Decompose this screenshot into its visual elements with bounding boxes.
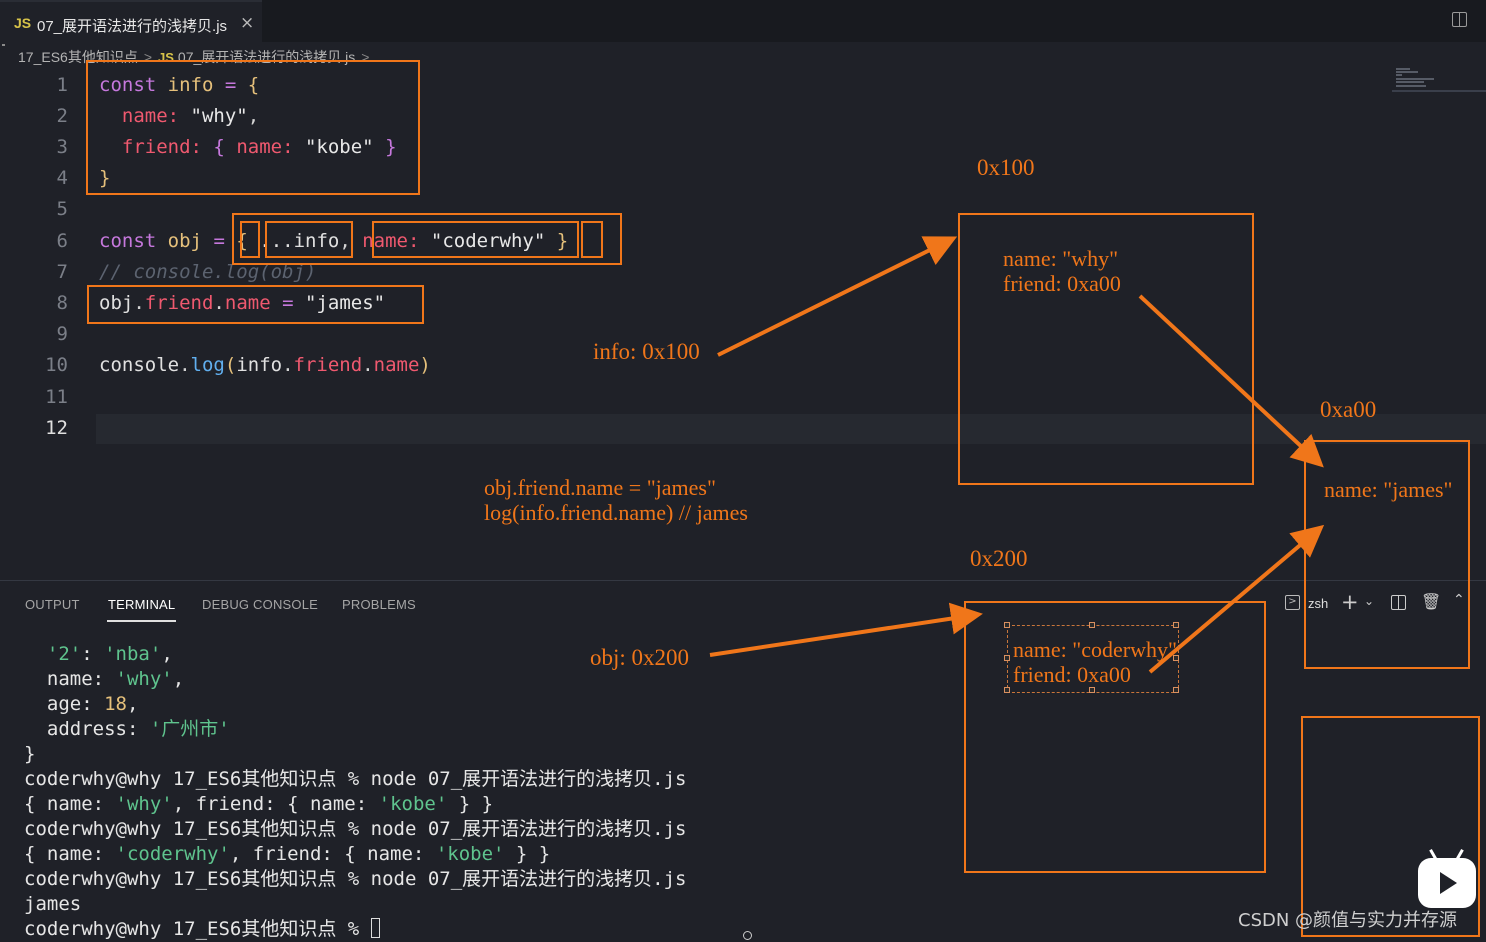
- resize-handle[interactable]: [1089, 687, 1095, 693]
- bilibili-logo-icon: [1418, 849, 1476, 908]
- resize-handle[interactable]: [1004, 687, 1010, 693]
- note-text: log(info.friend.name) // james: [484, 500, 748, 525]
- resize-handle[interactable]: [1004, 655, 1010, 661]
- selection-box[interactable]: [1004, 622, 1179, 693]
- resize-handle[interactable]: [1173, 655, 1179, 661]
- memory-text: name: "why": [1003, 246, 1119, 271]
- pointer-arrows: [709, 236, 1325, 674]
- resize-handle[interactable]: [1004, 622, 1010, 628]
- resize-handle[interactable]: [1173, 687, 1179, 693]
- resize-handle[interactable]: [1089, 622, 1095, 628]
- watermark-text: CSDN @颜值与实力并存源: [1238, 910, 1458, 931]
- reference-label: info: 0x100: [593, 339, 700, 364]
- scroll-indicator: [743, 931, 752, 940]
- address-label: 0xa00: [1320, 397, 1377, 422]
- memory-text: friend: 0xa00: [1003, 271, 1121, 296]
- memory-text: name: "james": [1324, 477, 1453, 502]
- resize-handle[interactable]: [1173, 622, 1179, 628]
- address-label: 0x200: [970, 546, 1028, 571]
- arrow-info-to-0x100: [717, 236, 958, 357]
- note-text: obj.friend.name = "james": [484, 475, 716, 500]
- arrow-obj-to-0x200: [709, 602, 983, 657]
- reference-label: obj: 0x200: [590, 645, 690, 670]
- arrow-friend-to-0xa00: [1138, 294, 1324, 468]
- address-label: 0x100: [977, 155, 1035, 180]
